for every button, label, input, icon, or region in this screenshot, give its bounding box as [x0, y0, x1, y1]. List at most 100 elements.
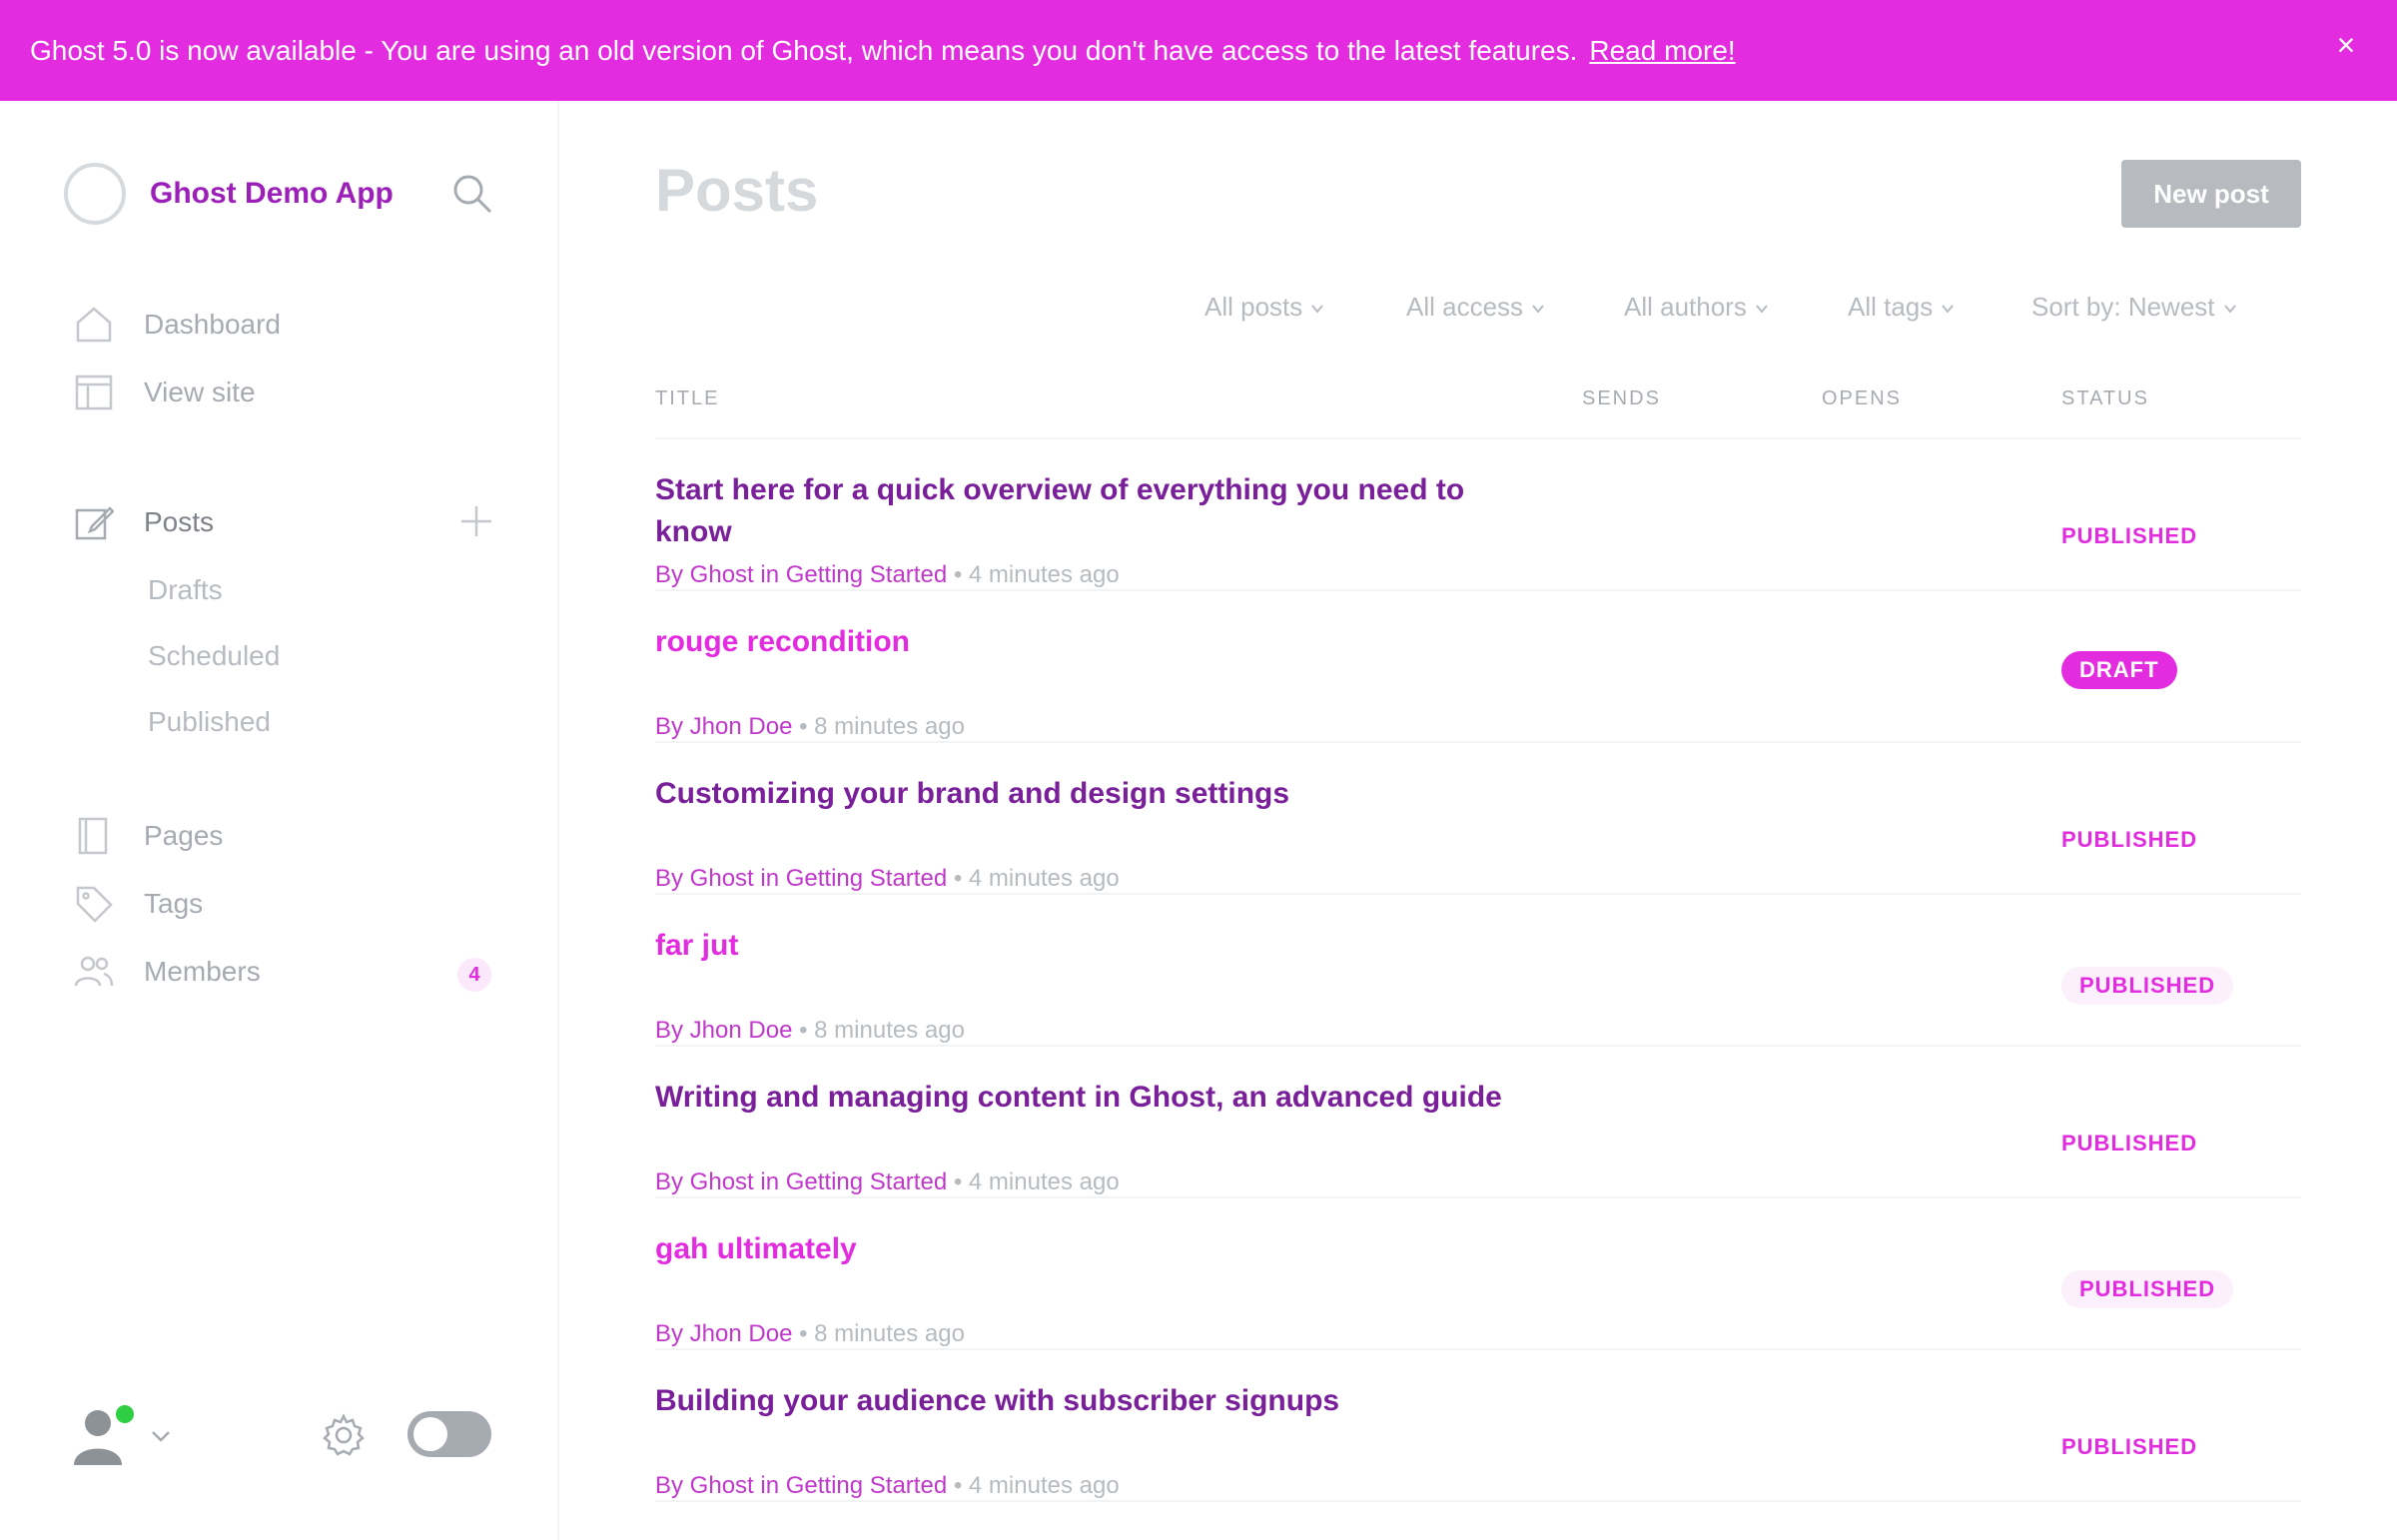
column-header-sends[interactable]: SENDS	[1582, 387, 1661, 410]
sidebar-item-members[interactable]: Members	[74, 952, 261, 992]
post-title[interactable]: far jut	[655, 925, 1514, 967]
browser-icon	[75, 375, 113, 410]
filter-all-posts[interactable]: All posts	[1204, 292, 1324, 323]
post-meta: By Ghost in Getting Started • 4 minutes …	[655, 1168, 1120, 1196]
sidebar-item-drafts[interactable]: Drafts	[148, 574, 223, 606]
sidebar-item-label: Members	[144, 956, 261, 987]
post-title[interactable]: Start here for a quick overview of every…	[655, 469, 1514, 553]
chevron-down-icon	[1756, 305, 1768, 314]
post-author: By Ghost	[655, 561, 754, 588]
members-icon	[74, 956, 114, 987]
chevron-down-icon	[1311, 305, 1324, 314]
post-time: • 4 minutes ago	[947, 1472, 1120, 1499]
sidebar-item-scheduled[interactable]: Scheduled	[148, 640, 280, 672]
posts-list: Start here for a quick overview of every…	[655, 439, 2301, 1502]
chevron-down-icon	[2223, 305, 2236, 314]
post-title[interactable]: Building your audience with subscriber s…	[655, 1380, 1514, 1422]
filter-all-authors[interactable]: All authors	[1624, 292, 1769, 323]
status-badge: PUBLISHED	[2061, 1434, 2198, 1459]
post-author: By Jhon Doe	[655, 713, 793, 740]
post-author: By Jhon Doe	[655, 1320, 793, 1347]
table-row[interactable]: Building your audience with subscriber s…	[655, 1350, 2301, 1502]
post-meta: By Ghost in Getting Started • 4 minutes …	[655, 1472, 1120, 1500]
filter-all-tags[interactable]: All tags	[1848, 292, 1955, 323]
post-time: • 4 minutes ago	[947, 1168, 1120, 1195]
column-header-status[interactable]: STATUS	[2061, 387, 2149, 410]
post-title[interactable]: gah ultimately	[655, 1228, 1514, 1270]
filter-label: All access	[1406, 292, 1524, 322]
sort-newest[interactable]: Sort by: Newest	[2031, 292, 2237, 323]
sidebar-item-view-site[interactable]: View site	[74, 373, 256, 412]
filter-label: All authors	[1624, 292, 1747, 322]
status-badge: PUBLISHED	[2061, 827, 2198, 852]
plus-icon[interactable]	[459, 504, 493, 538]
chevron-down-icon	[1532, 305, 1544, 314]
post-meta: By Jhon Doe • 8 minutes ago	[655, 713, 965, 741]
sidebar-item-label: Dashboard	[144, 309, 281, 340]
post-time: • 8 minutes ago	[792, 713, 965, 740]
members-count-badge: 4	[457, 958, 491, 992]
chevron-down-icon[interactable]	[150, 1425, 172, 1447]
sidebar-item-tags[interactable]: Tags	[74, 884, 203, 924]
search-icon[interactable]	[451, 173, 493, 215]
sidebar-item-posts[interactable]: Posts	[74, 502, 214, 542]
status-badge: PUBLISHED	[2061, 1270, 2234, 1308]
table-row[interactable]: gah ultimately By Jhon Doe • 8 minutes ag…	[655, 1198, 2301, 1350]
chevron-down-icon	[1942, 305, 1955, 314]
post-meta: By Jhon Doe • 8 minutes ago	[655, 1320, 965, 1348]
post-author: By Ghost	[655, 1472, 754, 1499]
sidebar-item-pages[interactable]: Pages	[74, 816, 223, 856]
post-tag: in Getting Started	[753, 1472, 948, 1499]
sidebar-item-label: View site	[144, 377, 256, 407]
filter-label: Sort by: Newest	[2031, 292, 2215, 322]
post-meta: By Jhon Doe • 8 minutes ago	[655, 1017, 965, 1045]
post-time: • 4 minutes ago	[947, 561, 1120, 588]
column-header-title[interactable]: TITLE	[655, 387, 719, 410]
sidebar-item-published[interactable]: Published	[148, 706, 271, 738]
column-header-opens[interactable]: OPENS	[1822, 387, 1902, 410]
brand-logo-icon	[64, 163, 126, 225]
brand-name: Ghost Demo App	[150, 177, 394, 210]
gear-icon[interactable]	[322, 1413, 366, 1457]
filter-label: All tags	[1848, 292, 1934, 322]
filter-bar: All posts All access All authors All tag…	[1204, 292, 2265, 328]
filter-all-access[interactable]: All access	[1406, 292, 1545, 323]
post-title[interactable]: Writing and managing content in Ghost, a…	[655, 1077, 1514, 1119]
banner-close-icon[interactable]: ×	[2331, 29, 2361, 61]
post-author: By Ghost	[655, 1168, 754, 1195]
tag-icon	[76, 886, 113, 923]
status-badge: PUBLISHED	[2061, 967, 2234, 1005]
update-banner: Ghost 5.0 is now available - You are usi…	[0, 0, 2397, 101]
brand[interactable]: Ghost Demo App	[64, 163, 394, 225]
sidebar: Ghost Demo App Dashboard View site Posts…	[0, 101, 559, 1540]
dark-mode-toggle[interactable]	[407, 1411, 491, 1457]
table-row[interactable]: Customizing your brand and design settin…	[655, 743, 2301, 895]
post-meta: By Ghost in Getting Started • 4 minutes …	[655, 561, 1120, 589]
status-badge: PUBLISHED	[2061, 523, 2198, 548]
table-row[interactable]: Start here for a quick overview of every…	[655, 439, 2301, 591]
post-title[interactable]: rouge recondition	[655, 621, 1514, 663]
sidebar-item-dashboard[interactable]: Dashboard	[74, 305, 281, 345]
home-icon	[76, 307, 112, 343]
filter-label: All posts	[1204, 292, 1303, 322]
post-time: • 8 minutes ago	[792, 1320, 965, 1347]
post-author: By Ghost	[655, 865, 754, 892]
post-author: By Jhon Doe	[655, 1017, 793, 1044]
banner-text: Ghost 5.0 is now available - You are usi…	[30, 34, 1578, 66]
sidebar-item-label: Tags	[144, 888, 204, 919]
status-badge: DRAFT	[2061, 651, 2177, 689]
table-row[interactable]: Writing and managing content in Ghost, a…	[655, 1047, 2301, 1198]
post-tag: in Getting Started	[753, 1168, 948, 1195]
post-tag: in Getting Started	[753, 561, 948, 588]
post-time: • 8 minutes ago	[792, 1017, 965, 1044]
post-title[interactable]: Customizing your brand and design settin…	[655, 773, 1514, 815]
banner-read-more-link[interactable]: Read more!	[1589, 35, 1735, 67]
sidebar-item-label: Pages	[144, 820, 224, 851]
pencil-icon	[75, 506, 114, 540]
post-meta: By Ghost in Getting Started • 4 minutes …	[655, 865, 1120, 893]
new-post-button[interactable]: New post	[2121, 160, 2301, 228]
post-tag: in Getting Started	[753, 865, 948, 892]
table-row[interactable]: far jut By Jhon Doe • 8 minutes ago PUBLIS…	[655, 895, 2301, 1047]
page-title: Posts	[655, 157, 819, 224]
table-row[interactable]: rouge recondition By Jhon Doe • 8 minutes…	[655, 591, 2301, 743]
